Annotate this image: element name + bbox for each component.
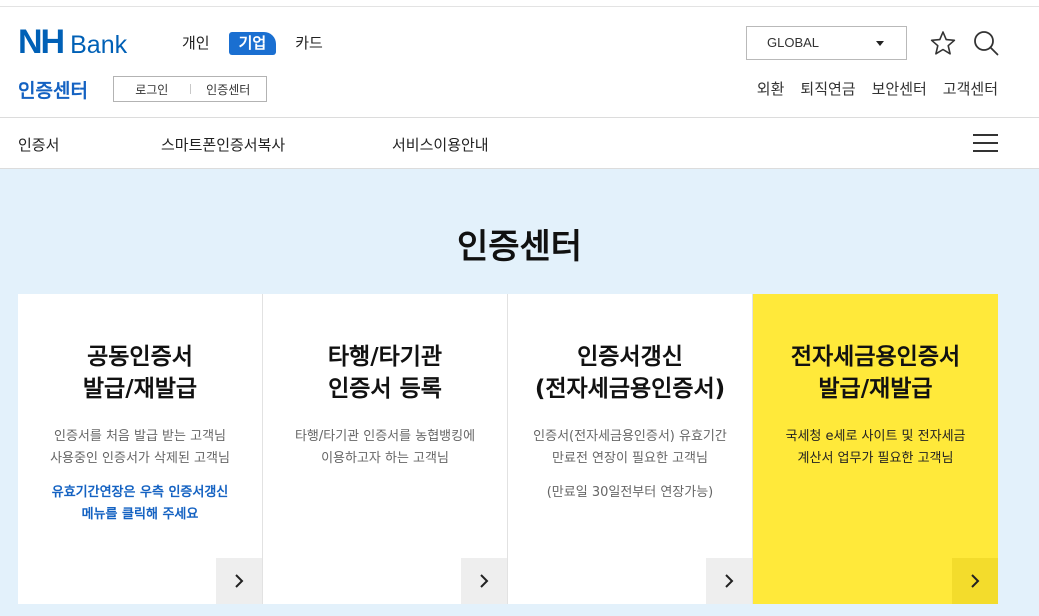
main-content: 인증센터 공동인증서 발급/재발급 인증서를 처음 발급 받는 고객님 사용중인… xyxy=(0,169,1039,616)
chevron-right-icon xyxy=(480,574,489,588)
card-arrow-button[interactable] xyxy=(216,558,262,604)
card-description: 국세청 e세로 사이트 및 전자세금 계산서 업무가 필요한 고객님 xyxy=(785,429,966,466)
segment-card[interactable]: 카드 xyxy=(285,32,333,55)
logo-nh-text: NH xyxy=(18,23,65,61)
page-title: 인증센터 xyxy=(456,227,583,267)
logo-bank-text: Bank xyxy=(70,31,128,59)
chevron-right-icon xyxy=(725,574,734,588)
menu-bar: 인증서 스마트폰인증서복사 서비스이용안내 xyxy=(0,118,1039,169)
segment-personal[interactable]: 개인 xyxy=(172,32,220,55)
login-button[interactable]: 로그인 xyxy=(114,81,190,98)
util-link-pension[interactable]: 퇴직연금 xyxy=(800,78,855,99)
global-select-value: GLOBAL xyxy=(767,35,820,50)
card-joint-certificate-issue[interactable]: 공동인증서 발급/재발급 인증서를 처음 발급 받는 고객님 사용중인 인증서가… xyxy=(18,294,263,604)
star-icon[interactable] xyxy=(930,30,956,56)
card-arrow-button[interactable] xyxy=(706,558,752,604)
menu-item-certificate[interactable]: 인증서 xyxy=(18,134,59,155)
util-link-foreign-exchange[interactable]: 외환 xyxy=(757,78,785,99)
card-title: 공동인증서 발급/재발급 xyxy=(82,344,198,402)
card-certificate-renewal[interactable]: 인증서갱신 (전자세금용인증서) 인증서(전자세금용인증서) 유효기간 만료전 … xyxy=(508,294,753,604)
card-title: 전자세금용인증서 발급/재발급 xyxy=(790,344,961,402)
card-title: 타행/타기관 인증서 등록 xyxy=(327,344,443,402)
utility-links: 외환 퇴직연금 보안센터 고객센터 xyxy=(757,78,998,99)
search-icon[interactable] xyxy=(973,30,999,56)
card-other-bank-certificate-register[interactable]: 타행/타기관 인증서 등록 타행/타기관 인증서를 농협뱅킹에 이용하고자 하는… xyxy=(263,294,508,604)
card-arrow-button[interactable] xyxy=(461,558,507,604)
nh-bank-logo[interactable]: NH Bank xyxy=(18,23,128,61)
card-title: 인증서갱신 (전자세금용인증서) xyxy=(534,344,726,402)
util-link-security-center[interactable]: 보안센터 xyxy=(872,78,927,99)
menu-item-smartphone-copy[interactable]: 스마트폰인증서복사 xyxy=(161,134,285,155)
header: NH Bank 개인 기업 카드 GLOBAL 인증센터 로그인 인증센터 외환… xyxy=(0,7,1039,118)
card-description: 인증서를 처음 발급 받는 고객님 사용중인 인증서가 삭제된 고객님 xyxy=(50,429,230,466)
customer-segment-nav: 개인 기업 카드 xyxy=(172,32,342,55)
section-title[interactable]: 인증센터 xyxy=(18,76,88,103)
card-description: 타행/타기관 인증서를 농협뱅킹에 이용하고자 하는 고객님 xyxy=(294,429,476,466)
util-link-customer-center[interactable]: 고객센터 xyxy=(943,78,998,99)
cert-center-button[interactable]: 인증센터 xyxy=(191,81,267,98)
segment-business[interactable]: 기업 xyxy=(228,32,277,55)
global-language-select[interactable]: GLOBAL xyxy=(746,26,907,60)
card-note: 유효기간연장은 우측 인증서갱신 메뉴를 클릭해 주세요 xyxy=(51,485,229,522)
card-arrow-button[interactable] xyxy=(952,558,998,604)
card-description: 인증서(전자세금용인증서) 유효기간 만료전 연장이 필요한 고객님 xyxy=(533,429,727,466)
caret-down-icon xyxy=(876,41,884,46)
chevron-right-icon xyxy=(971,574,980,588)
chevron-right-icon xyxy=(235,574,244,588)
card-e-tax-certificate-issue[interactable]: 전자세금용인증서 발급/재발급 국세청 e세로 사이트 및 전자세금 계산서 업… xyxy=(753,294,998,604)
auth-button-group: 로그인 인증센터 xyxy=(113,76,267,102)
menu-item-service-guide[interactable]: 서비스이용안내 xyxy=(392,134,489,155)
card-note: (만료일 30일전부터 연장가능) xyxy=(546,485,714,500)
hamburger-menu-icon[interactable] xyxy=(973,134,998,154)
service-cards: 공동인증서 발급/재발급 인증서를 처음 발급 받는 고객님 사용중인 인증서가… xyxy=(18,294,998,604)
